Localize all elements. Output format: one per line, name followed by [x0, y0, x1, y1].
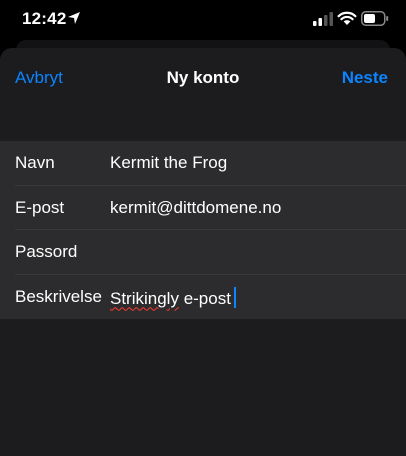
battery-icon	[361, 11, 389, 26]
description-text: e-post	[178, 288, 231, 308]
form-row-email[interactable]: E-post kermit@dittdomene.no	[0, 186, 406, 230]
location-arrow-icon	[68, 12, 80, 24]
description-field[interactable]: Strikingly e-post	[110, 286, 236, 309]
navigation-bar: Avbryt Ny konto Neste	[0, 48, 406, 108]
form-row-name[interactable]: Navn Kermit the Frog	[0, 141, 406, 186]
name-label: Navn	[15, 153, 55, 172]
email-label: E-post	[15, 197, 65, 217]
new-account-sheet: Avbryt Ny konto Neste Navn Kermit the Fr…	[0, 48, 406, 456]
description-label: Beskrivelse	[15, 286, 102, 306]
status-bar: 12:42	[0, 0, 406, 40]
form-row-password[interactable]: Passord	[0, 230, 406, 275]
name-field[interactable]: Kermit the Frog	[110, 153, 227, 173]
misspelled-word: Strikingly	[110, 288, 179, 308]
wifi-icon	[337, 11, 357, 25]
status-time: 12:42	[22, 9, 67, 28]
email-field[interactable]: kermit@dittdomene.no	[110, 198, 281, 218]
form-row-description[interactable]: Beskrivelse Strikingly e-post	[0, 275, 406, 320]
cellular-signal-icon	[313, 12, 333, 26]
account-form: Navn Kermit the Frog E-post kermit@dittd…	[0, 141, 406, 319]
text-cursor	[233, 286, 236, 308]
password-label: Passord	[15, 242, 78, 261]
next-button[interactable]: Neste	[342, 68, 388, 88]
